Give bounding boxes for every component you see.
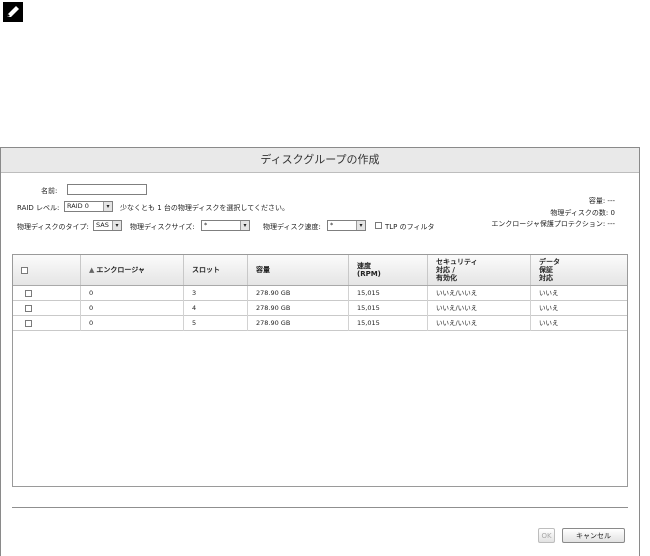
cell-security: いいえ/いいえ [428,301,531,316]
column-header-enclosure-label: エンクロージャ [96,266,145,274]
cell-data-assurance: いいえ [539,304,559,312]
disk-speed-value: * [330,221,334,229]
row-checkbox[interactable] [25,305,32,312]
column-header-capacity[interactable]: 容量 [248,255,349,285]
tlp-filter-checkbox[interactable] [375,222,382,229]
disk-size-label: 物理ディスクサイズ: [130,223,195,231]
chevron-down-icon: ▾ [240,221,249,230]
column-header-enclosure[interactable]: ▲ エンクロージャ [81,255,184,285]
column-header-slot[interactable]: スロット [184,255,248,285]
cell-data-assurance: いいえ [539,289,559,297]
row-checkbox-cell [13,301,81,316]
cell-speed: 15,015 [349,286,428,301]
table-row[interactable]: 0 5 278.90 GB 15,015 いいえ/いいえ いいえ [13,316,627,331]
chevron-down-icon: ▾ [112,221,121,230]
disk-type-select[interactable]: SAS ▾ [93,220,122,231]
enclosure-protection-value: --- [607,220,615,228]
row-checkbox[interactable] [25,290,32,297]
chevron-down-icon: ▾ [356,221,365,230]
select-all-checkbox[interactable] [21,266,28,274]
disk-count-label: 物理ディスクの数: [550,209,609,217]
table-header: ▲ エンクロージャ スロット 容量 速度 (RPM) セキュリティ 対応 / 有… [13,255,627,286]
disk-size-select[interactable]: * ▾ [201,220,250,231]
raid-level-value: RAID 0 [67,202,89,210]
disk-speed-label: 物理ディスク速度: [263,223,321,231]
cell-security: いいえ/いいえ [428,286,531,301]
column-header-slot-label: スロット [192,266,220,274]
enclosure-protection-label: エンクロージャ保護プロテクション: [491,220,606,228]
enclosure-protection-summary: エンクロージャ保護プロテクション: --- [491,219,615,229]
cancel-button[interactable]: キャンセル [562,528,625,543]
cell-slot: 4 [184,301,248,316]
cell-slot: 3 [184,286,248,301]
capacity-label: 容量: [588,197,606,205]
select-all-column [13,255,81,285]
raid-hint: 少なくとも 1 台の物理ディスクを選択してください。 [120,204,289,212]
raid-level-label: RAID レベル: [17,204,60,212]
cell-slot: 5 [184,316,248,331]
row-checkbox-cell [13,316,81,331]
table-row[interactable]: 0 4 278.90 GB 15,015 いいえ/いいえ いいえ [13,301,627,316]
cell-enclosure: 0 [81,286,184,301]
column-header-data-assurance[interactable]: データ 保証 対応 [531,255,627,285]
name-input[interactable] [67,184,147,195]
column-header-speed[interactable]: 速度 (RPM) [349,255,428,285]
create-disk-group-dialog: ディスクグループの作成 名前: RAID レベル: RAID 0 ▾ 少なくとも… [0,147,640,556]
column-header-data-assurance-label: データ 保証 対応 [539,258,560,282]
cell-capacity: 278.90 GB [248,301,349,316]
tlp-filter-label: TLP のフィルタ [385,223,435,231]
divider [12,507,628,508]
dialog-title: ディスクグループの作成 [1,148,639,173]
column-header-security[interactable]: セキュリティ 対応 / 有効化 [428,255,531,285]
capacity-value: --- [607,197,615,205]
cell-speed: 15,015 [349,301,428,316]
disk-speed-select[interactable]: * ▾ [327,220,366,231]
cell-data-assurance: いいえ [539,319,559,327]
sort-ascending-icon: ▲ [89,266,95,274]
cell-capacity: 278.90 GB [248,286,349,301]
table-row[interactable]: 0 3 278.90 GB 15,015 いいえ/いいえ いいえ [13,286,627,301]
column-header-speed-label: 速度 (RPM) [357,262,381,278]
pencil-note-icon [3,2,23,22]
chevron-down-icon: ▾ [103,202,112,211]
cell-capacity: 278.90 GB [248,316,349,331]
cell-enclosure: 0 [81,316,184,331]
column-header-security-label: セキュリティ 対応 / 有効化 [436,258,478,282]
disk-size-value: * [204,221,208,229]
disk-count-summary: 物理ディスクの数: 0 [550,208,615,218]
name-label: 名前: [41,187,58,195]
cell-speed: 15,015 [349,316,428,331]
column-header-capacity-label: 容量 [256,266,270,274]
disk-count-value: 0 [610,209,615,217]
row-checkbox-cell [13,286,81,301]
cell-enclosure: 0 [81,301,184,316]
capacity-summary: 容量: --- [589,196,615,206]
ok-button[interactable]: OK [538,528,555,543]
row-checkbox[interactable] [25,320,32,327]
cell-security: いいえ/いいえ [428,316,531,331]
disk-type-value: SAS [96,221,109,229]
physical-disk-table: ▲ エンクロージャ スロット 容量 速度 (RPM) セキュリティ 対応 / 有… [12,254,628,487]
disk-type-label: 物理ディスクのタイプ: [17,223,89,231]
raid-level-select[interactable]: RAID 0 ▾ [64,201,113,212]
